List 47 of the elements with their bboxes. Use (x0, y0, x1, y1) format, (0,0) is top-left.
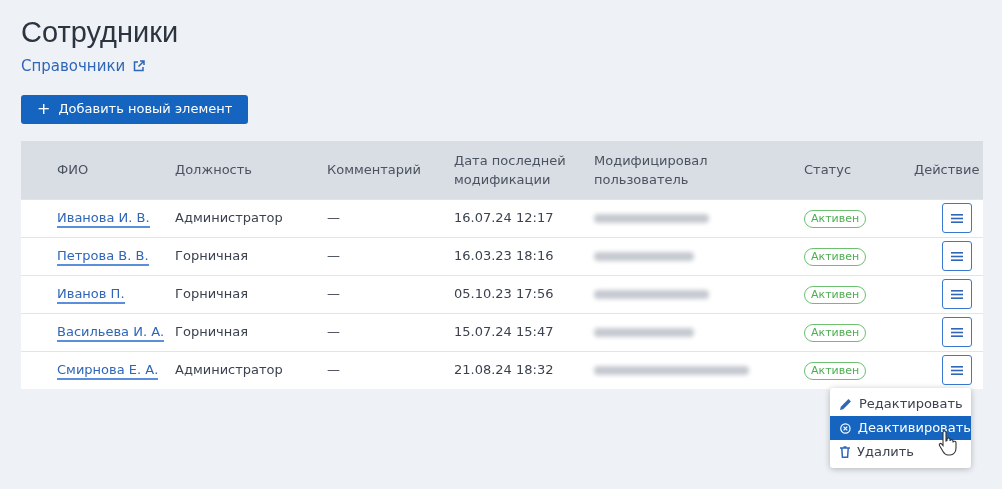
menu-item[interactable]: Удалить (830, 440, 971, 464)
column-header: Статус (804, 162, 852, 177)
menu-item[interactable]: Деактивировать (830, 416, 971, 440)
trash-icon (840, 446, 850, 458)
pencil-icon (840, 398, 852, 410)
breadcrumb-link[interactable]: Справочники (21, 55, 126, 78)
table-cell: Администратор (175, 362, 283, 378)
menu-button[interactable] (942, 241, 972, 271)
employee-link[interactable]: Васильева И. А. (57, 324, 165, 343)
menu-button[interactable] (942, 203, 972, 233)
table-cell: 21.08.24 18:32 (454, 362, 554, 378)
menu-button[interactable] (942, 355, 972, 385)
column-header: Модифицировал пользователь (594, 151, 709, 189)
employee-link[interactable]: Смирнова Е. А. (57, 362, 159, 381)
table-cell: 15.07.24 15:47 (454, 324, 554, 340)
employee-link[interactable]: Иванова И. В. (57, 210, 150, 229)
table-cell: — (327, 248, 340, 264)
table-cell: 16.07.24 12:17 (454, 210, 554, 226)
menu-icon (951, 289, 963, 299)
table-cell: — (327, 362, 340, 378)
add-button[interactable]: + Добавить новый элемент (21, 94, 249, 124)
column-header: Дата последней модификации (454, 151, 567, 189)
table-cell: Горничная (175, 286, 249, 302)
table-cell: Администратор (175, 210, 283, 226)
column-header: Действие (914, 162, 980, 177)
menu-icon (951, 365, 963, 375)
table-cell: — (327, 210, 340, 226)
cancel-circle-icon (840, 421, 851, 435)
column-header: ФИО (57, 162, 89, 177)
menu-icon (951, 213, 963, 223)
table-cell: 16.03.23 18:16 (454, 248, 554, 264)
column-header: Комментарий (327, 162, 421, 177)
menu-icon (951, 327, 963, 337)
table-cell: Горничная (175, 324, 249, 340)
menu-icon (951, 251, 963, 261)
column-header: Должность (175, 162, 252, 177)
menu-button[interactable] (942, 279, 972, 309)
menu-button[interactable] (942, 317, 972, 347)
employee-link[interactable]: Петрова В. В. (57, 248, 149, 267)
employee-link[interactable]: Иванов П. (57, 286, 125, 305)
table-cell: — (327, 324, 340, 340)
external-link-icon (133, 60, 146, 73)
menu-item[interactable]: Редактировать (830, 392, 971, 416)
page-title: Сотрудники (21, 15, 179, 50)
table-cell: Горничная (175, 248, 249, 264)
table-cell: 05.10.23 17:56 (454, 286, 554, 302)
table-cell: — (327, 286, 340, 302)
